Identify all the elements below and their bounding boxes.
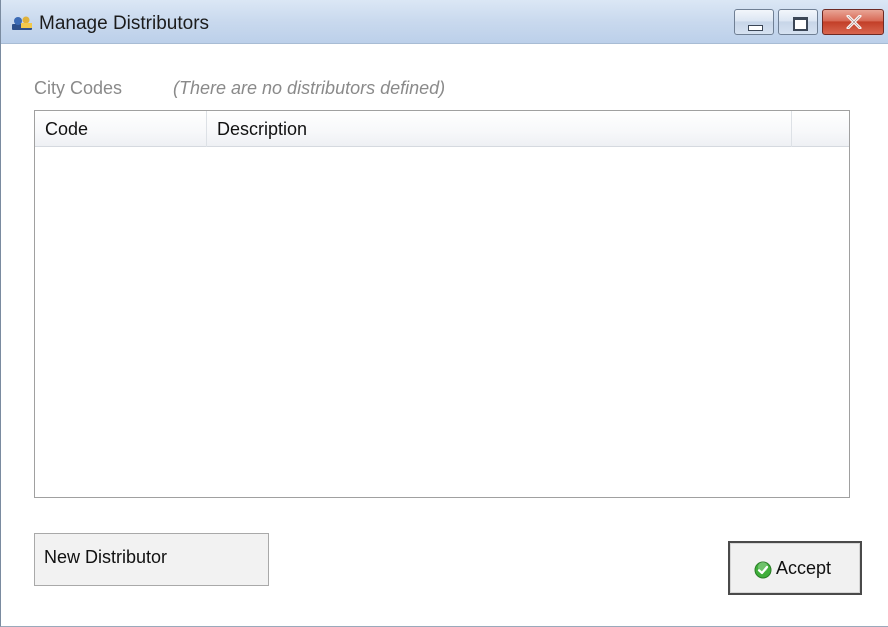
grid-header: Code Description (35, 111, 849, 147)
close-icon (846, 15, 862, 29)
accept-label: Accept (776, 558, 832, 578)
manage-distributors-window: Manage Distributors City Codes (There ar… (0, 0, 888, 627)
minimize-button[interactable] (734, 9, 774, 35)
window-title: Manage Distributors (39, 13, 210, 34)
no-distributors-hint: (There are no distributors defined) (173, 78, 446, 98)
column-header-code[interactable]: Code (35, 111, 207, 147)
column-header-blank[interactable] (792, 111, 849, 147)
distributor-app-icon (11, 15, 33, 31)
check-circle-icon (754, 561, 772, 579)
city-codes-label: City Codes (34, 78, 123, 98)
accept-button[interactable]: Accept (728, 541, 862, 595)
new-distributor-button[interactable]: New Distributor (34, 533, 269, 586)
close-button[interactable] (822, 9, 884, 35)
column-header-description[interactable]: Description (207, 111, 792, 147)
city-codes-grid[interactable]: Code Description (34, 110, 850, 498)
title-bar[interactable]: Manage Distributors (1, 0, 888, 44)
maximize-button[interactable] (778, 9, 818, 35)
